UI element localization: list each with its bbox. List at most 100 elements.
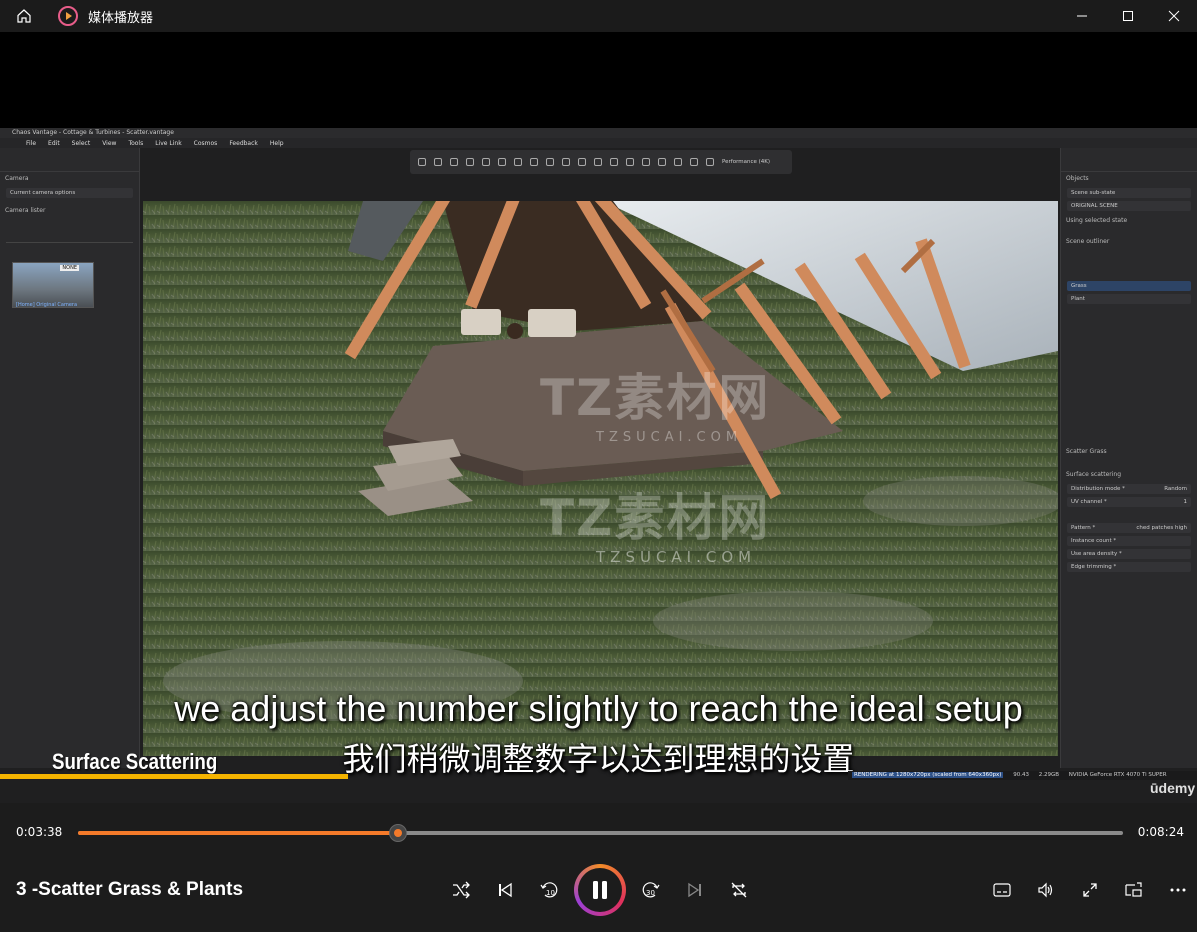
minimize-icon (1077, 15, 1087, 17)
home-button[interactable] (0, 0, 48, 32)
video-menu-item: Edit (48, 139, 60, 147)
video-frame[interactable]: Chaos Vantage - Cottage & Turbines - Sca… (0, 128, 1197, 803)
section-label: Surface Scattering (52, 749, 218, 774)
video-distribution-mode-label: Distribution mode * (1071, 486, 1125, 492)
seek-thumb[interactable] (388, 824, 407, 842)
media-title: 3 -Scatter Grass & Plants (16, 879, 244, 900)
svg-text:10: 10 (546, 889, 555, 897)
video-menu-item: Help (269, 139, 284, 147)
video-outliner-item: Plant (1067, 294, 1191, 304)
video-gpu: NVIDIA GeForce RTX 4070 Ti SUPER (1068, 772, 1167, 778)
video-menu-item: Cosmos (193, 139, 218, 147)
video-pattern-label: Pattern * (1071, 525, 1096, 531)
subtitles-button[interactable] (986, 875, 1018, 905)
watermark-url: TZSUCAI.COM (596, 430, 743, 445)
video-camera-section: Camera (5, 175, 29, 182)
fullscreen-icon (1083, 883, 1097, 897)
video-distribution-mode-value: Random (1164, 486, 1187, 492)
video-scene-substate: Scene sub-state (1067, 188, 1191, 198)
video-menu-item: Select (71, 139, 91, 147)
udemy-logo: ūdemy (1150, 780, 1196, 796)
video-menu-item: Tools (128, 139, 144, 147)
more-icon (1170, 888, 1186, 892)
watermark-text: TZ素材网 (540, 489, 771, 547)
video-left-panel: Camera Current camera options Camera lis… (0, 148, 140, 768)
shuffle-icon (453, 881, 470, 899)
watermark-text: TZ素材网 (540, 369, 771, 427)
video-status-bar: RENDERING at 1280x720px (scaled from 640… (848, 771, 1197, 780)
video-app-titlebar: Chaos Vantage - Cottage & Turbines - Sca… (0, 128, 1197, 138)
video-pattern-value: ched patches high (1136, 525, 1187, 531)
forward-30-icon: 30 (642, 882, 660, 898)
app-logo-icon (58, 6, 78, 26)
volume-button[interactable] (1030, 875, 1062, 905)
previous-button[interactable] (489, 875, 521, 905)
video-uv-channel-label: UV channel * (1071, 499, 1107, 505)
video-using-selected-state: Using selected state (1066, 217, 1128, 224)
video-menu-item: Live Link (155, 139, 182, 147)
video-scatter-title: Scatter Grass (1066, 448, 1107, 455)
video-app-toolbar: Performance (4K) (410, 150, 792, 174)
section-label-bar (0, 774, 348, 779)
video-instance-count: Instance count * (1067, 536, 1191, 546)
mini-player-icon (1125, 882, 1142, 897)
pause-button[interactable] (574, 864, 626, 916)
mini-player-button[interactable] (1118, 875, 1150, 905)
fullscreen-button[interactable] (1074, 875, 1106, 905)
current-time: 0:03:38 (16, 825, 63, 839)
home-icon (17, 9, 31, 23)
video-current-camera-options: Current camera options (6, 188, 133, 198)
repeat-off-button[interactable] (723, 875, 755, 905)
video-camera-thumbnail: NONE [Home] Original Camera (12, 262, 94, 308)
video-camera-lister: Camera lister (5, 207, 46, 214)
video-surface-scattering: Surface scattering (1066, 471, 1122, 478)
video-pattern-row: Pattern * ched patches high (1067, 523, 1191, 533)
subtitle-english: we adjust the number slightly to reach t… (174, 688, 1023, 729)
maximize-button[interactable] (1105, 0, 1151, 32)
minimize-button[interactable] (1059, 0, 1105, 32)
seek-bar[interactable] (78, 824, 1123, 842)
video-memory: 2.29GB (1038, 772, 1059, 778)
watermark-url: TZSUCAI.COM (596, 548, 757, 566)
rewind-10-icon: 10 (540, 882, 558, 898)
video-distribution-mode-row: Distribution mode * Random (1067, 484, 1191, 494)
video-camera-badge: NONE (60, 265, 79, 271)
video-camera-name: [Home] Original Camera (16, 302, 78, 308)
video-right-panel: Objects Scene sub-state ORIGINAL SCENE U… (1060, 148, 1197, 768)
total-time: 0:08:24 (1137, 825, 1184, 839)
video-menu-item: Feedback (229, 139, 258, 147)
next-button[interactable] (679, 875, 711, 905)
video-uv-channel-row: UV channel * 1 (1067, 497, 1191, 507)
video-use-area-density: Use area density * (1067, 549, 1191, 559)
subtitles-icon (993, 883, 1011, 897)
title-bar: 媒体播放器 (0, 0, 1197, 32)
video-render-status: RENDERING at 1280x720px (scaled from 640… (852, 772, 1004, 778)
more-options-button[interactable] (1162, 875, 1194, 905)
pause-icon (593, 881, 607, 899)
repeat-off-icon (731, 882, 747, 898)
media-player-window: 媒体播放器 Chaos Vantage - Cottage & Turbines… (0, 0, 1197, 932)
video-original-scene: ORIGINAL SCENE (1067, 201, 1191, 211)
video-menu-item: View (102, 139, 117, 147)
shuffle-button[interactable] (445, 875, 477, 905)
video-objects-section: Objects (1066, 175, 1089, 182)
video-scene-outliner: Scene outliner (1066, 238, 1110, 245)
seek-bar-fill (78, 831, 398, 835)
video-outliner-item: Grass (1067, 281, 1191, 291)
video-app-menubar: File Edit Select View Tools Live Link Co… (0, 138, 1197, 148)
previous-icon (499, 882, 512, 898)
svg-text:30: 30 (646, 889, 655, 897)
forward-30-button[interactable]: 30 (635, 875, 667, 905)
video-menu-item: File (26, 139, 37, 147)
window-title: 媒体播放器 (88, 10, 154, 26)
next-icon (688, 882, 701, 898)
video-performance-label: Performance (4K) (722, 159, 770, 165)
volume-icon (1038, 882, 1053, 898)
video-edge-trimming: Edge trimming * (1067, 562, 1191, 572)
rewind-10-button[interactable]: 10 (533, 875, 565, 905)
close-button[interactable] (1151, 0, 1197, 32)
video-uv-channel-value: 1 (1183, 499, 1188, 505)
player-controls: 0:03:38 0:08:24 3 -Scatter Grass & Plant… (0, 803, 1197, 932)
maximize-icon (1123, 11, 1133, 21)
video-fps: 90.43 (1013, 772, 1029, 778)
